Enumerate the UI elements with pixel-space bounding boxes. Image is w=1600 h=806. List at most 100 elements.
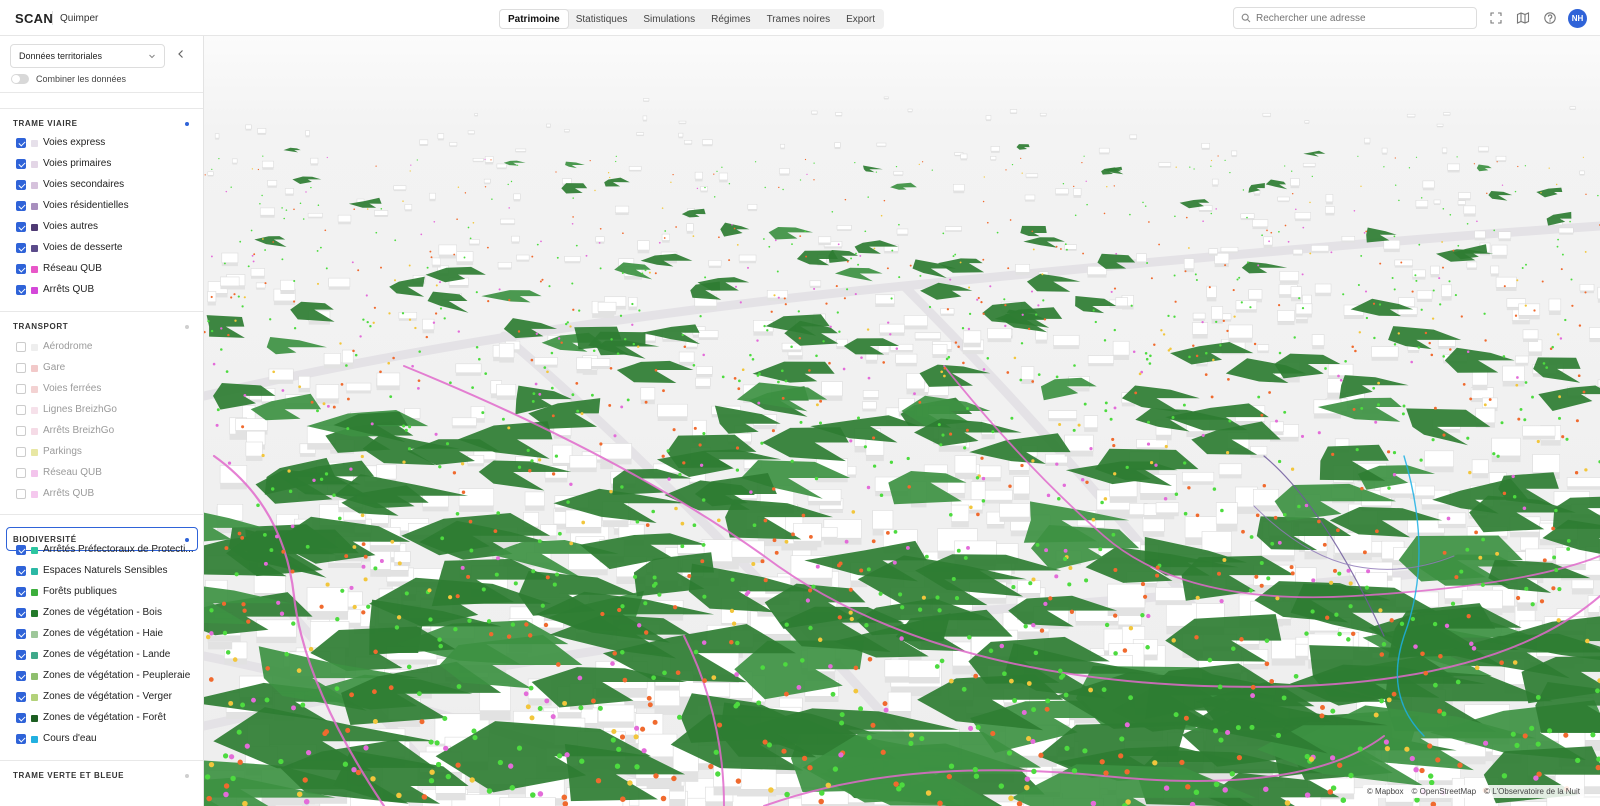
building xyxy=(376,372,401,387)
fullscreen-icon[interactable] xyxy=(1489,11,1503,25)
building xyxy=(1073,187,1082,196)
section-title-biodiversite[interactable]: BIODIVERSITÉ xyxy=(13,535,77,544)
layer-checkbox[interactable] xyxy=(16,159,26,169)
map-point xyxy=(828,664,833,669)
map-point xyxy=(940,370,944,374)
layer-checkbox[interactable] xyxy=(16,468,26,478)
map-point xyxy=(636,345,640,348)
building-side xyxy=(1208,253,1218,256)
layer-checkbox[interactable] xyxy=(16,222,26,232)
layer-checkbox[interactable] xyxy=(16,138,26,148)
layer-checkbox[interactable] xyxy=(16,587,26,597)
building-side xyxy=(1438,524,1466,529)
search-input[interactable] xyxy=(1256,10,1471,26)
tab-simulations[interactable]: Simulations xyxy=(635,10,703,28)
layer-checkbox[interactable] xyxy=(16,608,26,618)
collapse-sidebar-icon[interactable] xyxy=(176,49,186,59)
tab-export[interactable]: Export xyxy=(838,10,883,28)
map-point xyxy=(1516,376,1519,379)
map-point xyxy=(859,254,862,257)
map-canvas[interactable]: © Mapbox © OpenStreetMap © L'Observatoir… xyxy=(204,36,1600,806)
layer-checkbox[interactable] xyxy=(16,692,26,702)
layer-checkbox[interactable] xyxy=(16,650,26,660)
map-point xyxy=(1084,578,1089,583)
map-point xyxy=(875,171,878,173)
layer-checkbox[interactable] xyxy=(16,426,26,436)
tab-statistiques[interactable]: Statistiques xyxy=(568,10,636,28)
attribution-mapbox[interactable]: © Mapbox xyxy=(1367,787,1404,796)
user-avatar[interactable]: NH xyxy=(1568,9,1587,28)
map-point xyxy=(609,176,611,179)
app-brand[interactable]: SCAN xyxy=(15,11,53,26)
building-side xyxy=(455,372,482,376)
layer-checkbox[interactable] xyxy=(16,671,26,681)
building-side xyxy=(1589,338,1600,343)
layer-checkbox[interactable] xyxy=(16,201,26,211)
building-side xyxy=(1474,237,1486,241)
attribution-observatoire[interactable]: © L'Observatoire de la Nuit xyxy=(1484,787,1580,796)
building xyxy=(1495,155,1507,161)
map-point xyxy=(735,640,740,646)
map-point xyxy=(1020,342,1024,345)
layer-checkbox[interactable] xyxy=(16,342,26,352)
layer-checkbox[interactable] xyxy=(16,713,26,723)
map-point xyxy=(1392,451,1397,455)
building xyxy=(437,133,445,139)
tab-trames-noires[interactable]: Trames noires xyxy=(759,10,839,28)
map-point xyxy=(815,403,819,407)
tab-patrimoine[interactable]: Patrimoine xyxy=(500,10,568,28)
layer-checkbox[interactable] xyxy=(16,447,26,457)
map-point xyxy=(1277,540,1282,545)
map-point xyxy=(623,337,627,341)
layer-checkbox[interactable] xyxy=(16,243,26,253)
layer-swatch xyxy=(31,344,38,351)
help-icon[interactable] xyxy=(1543,11,1557,25)
building xyxy=(337,214,352,223)
layer-checkbox[interactable] xyxy=(16,629,26,639)
map-point xyxy=(1474,530,1478,535)
building-side xyxy=(598,311,617,315)
layer-checkbox[interactable] xyxy=(16,545,26,555)
map-point xyxy=(1089,447,1093,451)
map-point xyxy=(1379,262,1382,265)
building-side xyxy=(1463,213,1476,217)
combine-toggle[interactable] xyxy=(11,74,29,84)
map-point xyxy=(939,658,945,664)
map-point xyxy=(484,372,488,375)
map-point xyxy=(635,519,640,524)
map-point xyxy=(1377,403,1380,407)
layer-checkbox[interactable] xyxy=(16,384,26,394)
section-title-trame-viaire[interactable]: TRAME VIAIRE xyxy=(13,119,78,128)
map-point xyxy=(808,369,811,372)
map-icon[interactable] xyxy=(1516,11,1530,25)
layer-checkbox[interactable] xyxy=(16,734,26,744)
map-point xyxy=(272,241,275,243)
layer-checkbox[interactable] xyxy=(16,363,26,373)
map-point xyxy=(1524,586,1529,591)
building-side xyxy=(700,190,708,193)
layer-checkbox[interactable] xyxy=(16,405,26,415)
map-point xyxy=(731,621,737,626)
attribution-osm[interactable]: © OpenStreetMap xyxy=(1411,787,1476,796)
building xyxy=(1257,344,1270,352)
section-title-trame-verte-bleue[interactable]: TRAME VERTE ET BLEUE xyxy=(13,771,124,780)
section-title-transport[interactable]: TRANSPORT xyxy=(13,322,68,331)
map-point xyxy=(1575,419,1579,423)
building-side xyxy=(637,250,650,254)
map-point xyxy=(1554,508,1558,513)
map-render[interactable] xyxy=(204,36,1600,806)
layer-checkbox[interactable] xyxy=(16,264,26,274)
dataset-select[interactable]: Données territoriales xyxy=(10,44,165,68)
map-point xyxy=(851,510,856,514)
layer-checkbox[interactable] xyxy=(16,285,26,295)
layer-label: Voies de desserte xyxy=(43,242,123,253)
map-point xyxy=(1044,548,1049,553)
building-side xyxy=(1257,350,1269,354)
map-point xyxy=(1319,713,1325,719)
layer-checkbox[interactable] xyxy=(16,180,26,190)
building xyxy=(835,112,843,116)
tab-regimes[interactable]: Régimes xyxy=(703,10,758,28)
layer-checkbox[interactable] xyxy=(16,566,26,576)
layer-checkbox[interactable] xyxy=(16,489,26,499)
map-point xyxy=(1113,328,1116,332)
